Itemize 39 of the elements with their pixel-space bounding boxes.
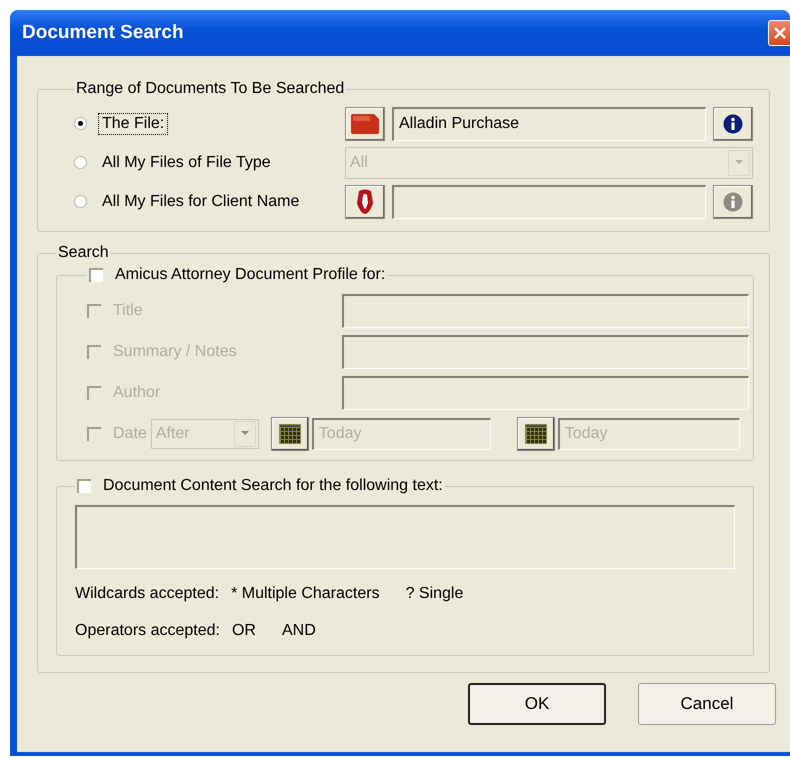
text-field[interactable] [392,184,706,218]
text-field[interactable] [342,376,749,410]
dialog-button[interactable]: OK [468,683,606,725]
hint-text: ? Single [406,584,464,602]
radio-label[interactable]: All My Files for Client Name [99,192,302,212]
search-text-area[interactable] [75,505,735,569]
text-field[interactable] [342,334,749,368]
checkbox[interactable] [77,479,91,493]
radio-button[interactable] [74,117,87,130]
dialog-button[interactable]: Cancel [638,683,776,725]
radio-button[interactable] [74,195,87,208]
client-button[interactable] [345,184,385,218]
info-button[interactable] [713,106,753,140]
caret-icon [240,431,249,436]
checkbox-label[interactable]: Document Content Search for the following text: [103,477,443,495]
close-icon [772,26,786,40]
info-icon [723,192,743,212]
folder-icon [350,112,380,134]
hint-text: AND [282,622,316,640]
hint-text: Operators accepted: [75,622,220,640]
close-button[interactable] [768,20,790,46]
group-label: Range of Documents To Be Searched [76,80,344,97]
hint-text: Wildcards accepted: [75,584,220,602]
text-field[interactable] [342,294,749,328]
info-icon [723,114,743,134]
group-label: Search [58,244,109,261]
caret-icon [735,160,743,165]
hint-text: OR [232,622,256,640]
window-title: Document Search [22,22,184,44]
calendar-button[interactable] [270,416,309,450]
text-field[interactable]: Alladin Purchase [392,106,706,140]
calendar-button[interactable] [516,416,555,450]
calendar-icon [524,424,547,444]
checkbox-label[interactable]: Amicus Attorney Document Profile for: [115,266,386,284]
checkbox[interactable] [89,268,103,282]
calendar-icon [278,424,301,444]
radio-label[interactable]: The File: [99,114,168,134]
hint-text: * Multiple Characters [231,584,380,602]
file-button[interactable] [345,106,385,140]
